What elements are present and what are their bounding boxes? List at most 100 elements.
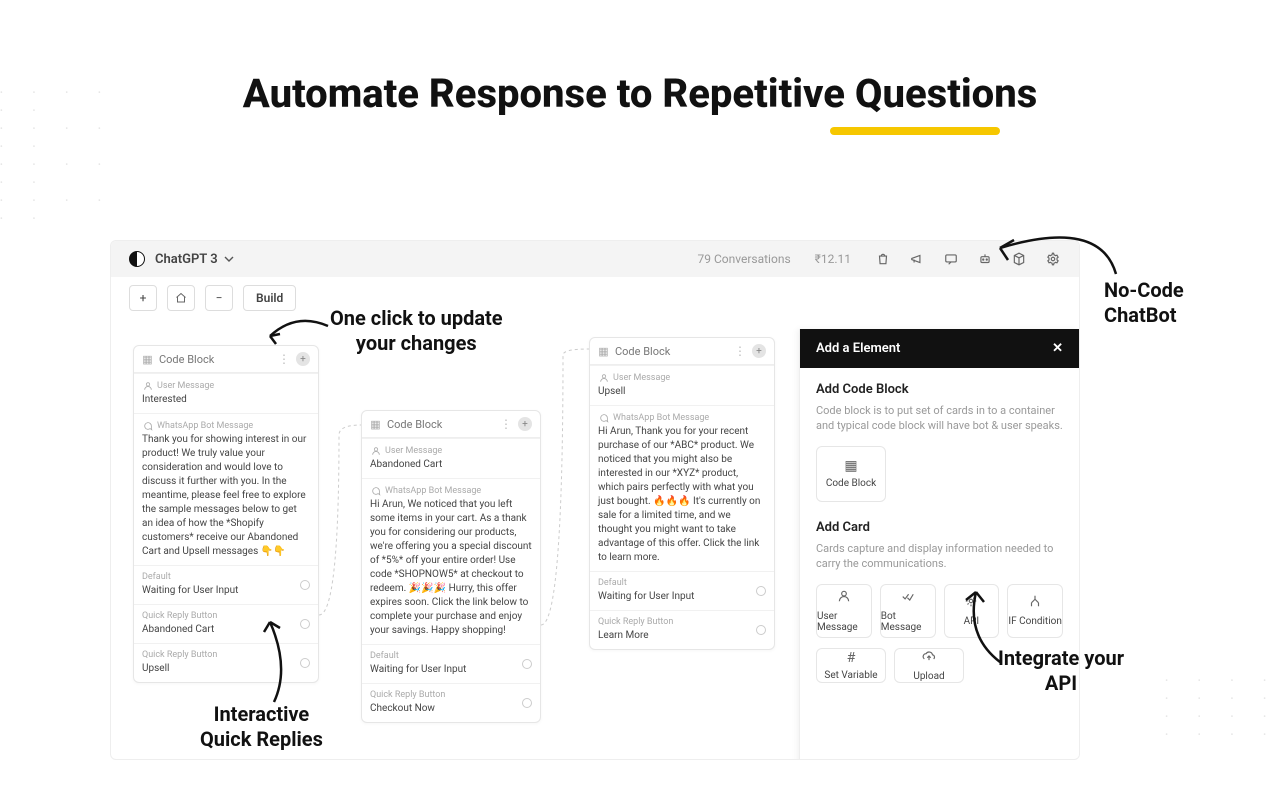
bag-icon[interactable] bbox=[875, 251, 891, 267]
user-message-text: Abandoned Cart bbox=[370, 458, 532, 472]
build-button[interactable]: Build bbox=[243, 285, 296, 311]
user-message-label: User Message bbox=[385, 446, 442, 456]
user-message-text: Upsell bbox=[598, 385, 766, 399]
app-frame: ChatGPT 3 79 Conversations ₹12.11 + − Bu… bbox=[110, 240, 1080, 760]
user-message-text: Interested bbox=[142, 393, 310, 407]
spend-amount: ₹12.11 bbox=[815, 252, 851, 266]
minus-button[interactable]: − bbox=[205, 285, 233, 311]
decor-dots-br: • • • •• • • •• • • •• • • • bbox=[1160, 672, 1280, 772]
chevron-down-icon bbox=[224, 254, 234, 264]
connector-b-c bbox=[541, 345, 591, 645]
user-icon bbox=[598, 372, 609, 383]
panel-title: Add a Element bbox=[816, 341, 900, 356]
bot-message-label: WhatsApp Bot Message bbox=[385, 486, 481, 496]
check-icon bbox=[901, 589, 915, 607]
section-add-card-title: Add Card bbox=[816, 520, 1063, 535]
add-card-icon[interactable]: + bbox=[296, 352, 310, 366]
grid-icon: ▦ bbox=[142, 354, 153, 365]
quick-reply-learn-more[interactable]: Learn More bbox=[598, 629, 766, 643]
connector-a-b bbox=[319, 405, 363, 665]
bot-message-text: Thank you for showing interest in our pr… bbox=[142, 433, 310, 559]
kebab-icon[interactable]: ⋮ bbox=[278, 352, 290, 366]
hash-icon: # bbox=[847, 650, 856, 666]
cube-icon[interactable] bbox=[1011, 251, 1027, 267]
code-block-c[interactable]: ▦Code Block⋮+ User Message Upsell WhatsA… bbox=[589, 337, 775, 650]
kebab-icon[interactable]: ⋮ bbox=[734, 344, 746, 358]
user-icon bbox=[370, 445, 381, 456]
quick-reply-label: Quick Reply Button bbox=[142, 650, 310, 660]
callout-build: One click to update your changes bbox=[330, 306, 503, 356]
model-name: ChatGPT 3 bbox=[155, 252, 218, 267]
arrow-right-icon[interactable] bbox=[300, 658, 310, 668]
user-message-label: User Message bbox=[613, 373, 670, 383]
arrow-right-icon[interactable] bbox=[756, 586, 766, 596]
section-code-block-desc: Code block is to put set of cards in to … bbox=[816, 403, 1063, 434]
callout-quick-replies: Interactive Quick Replies bbox=[200, 702, 323, 752]
card-if-condition[interactable]: IF Condition bbox=[1007, 584, 1063, 638]
card-bot-message[interactable]: Bot Message bbox=[880, 584, 936, 638]
quick-reply-checkout-now[interactable]: Checkout Now bbox=[370, 702, 532, 716]
card-label: IF Condition bbox=[1008, 616, 1061, 627]
default-text: Waiting for User Input bbox=[598, 590, 766, 604]
default-label: Default bbox=[598, 578, 766, 588]
default-text: Waiting for User Input bbox=[370, 663, 532, 677]
card-label: Upload bbox=[913, 671, 944, 682]
grid-icon: ▦ bbox=[598, 346, 609, 357]
whatsapp-icon bbox=[598, 412, 609, 423]
add-code-block-card[interactable]: ▦ Code Block bbox=[816, 446, 886, 502]
code-block-label: Code Block bbox=[826, 478, 876, 489]
quick-reply-upsell[interactable]: Upsell bbox=[142, 662, 310, 676]
default-label: Default bbox=[370, 651, 532, 661]
card-user-message[interactable]: User Message bbox=[816, 584, 872, 638]
code-block-b[interactable]: ▦Code Block⋮+ User Message Abandoned Car… bbox=[361, 410, 541, 723]
bot-message-text: Hi Arun, We noticed that you left some i… bbox=[370, 498, 532, 638]
builder-canvas[interactable]: + − Build ▦ Code Block ⋮ + User Message Int… bbox=[111, 285, 1079, 760]
card-label: Bot Message bbox=[881, 611, 935, 633]
conversations-count: 79 Conversations bbox=[698, 252, 791, 266]
arrow-right-icon[interactable] bbox=[522, 659, 532, 669]
callout-nocode: No-Code ChatBot bbox=[1104, 278, 1184, 328]
upload-icon bbox=[922, 649, 936, 667]
quick-reply-label: Quick Reply Button bbox=[370, 690, 532, 700]
model-selector[interactable]: ChatGPT 3 bbox=[155, 252, 234, 267]
add-card-icon[interactable]: + bbox=[518, 417, 532, 431]
bot-icon[interactable] bbox=[977, 251, 993, 267]
card-api[interactable]: API bbox=[944, 584, 1000, 638]
code-block-a[interactable]: ▦Code Block⋮+ User Message Interested Wh… bbox=[133, 345, 319, 683]
api-icon bbox=[964, 594, 978, 612]
megaphone-icon[interactable] bbox=[909, 251, 925, 267]
arrow-right-icon[interactable] bbox=[522, 698, 532, 708]
card-label: Set Variable bbox=[824, 670, 877, 681]
hero-title: Automate Response to Repetitive Question… bbox=[0, 70, 1280, 117]
whatsapp-icon bbox=[142, 420, 153, 431]
decor-dots-tl: • • • • • •• • • • • •• • • • • •• • • •… bbox=[0, 84, 120, 184]
section-code-block-title: Add Code Block bbox=[816, 382, 1063, 397]
topbar: ChatGPT 3 79 Conversations ₹12.11 bbox=[111, 241, 1079, 277]
bot-message-label: WhatsApp Bot Message bbox=[613, 413, 709, 423]
add-button[interactable]: + bbox=[129, 285, 157, 311]
grid-icon: ▦ bbox=[844, 458, 857, 474]
user-message-label: User Message bbox=[157, 381, 214, 391]
branch-icon bbox=[1028, 594, 1042, 612]
add-card-icon[interactable]: + bbox=[752, 344, 766, 358]
chat-icon[interactable] bbox=[943, 251, 959, 267]
default-text: Waiting for User Input bbox=[142, 584, 310, 598]
section-add-card-desc: Cards capture and display information ne… bbox=[816, 541, 1063, 572]
quick-reply-label: Quick Reply Button bbox=[598, 617, 766, 627]
arrow-right-icon[interactable] bbox=[300, 580, 310, 590]
card-upload[interactable]: Upload bbox=[894, 648, 964, 683]
quick-reply-abandoned-cart[interactable]: Abandoned Cart bbox=[142, 623, 310, 637]
home-button[interactable] bbox=[167, 285, 195, 311]
block-title: Code Block bbox=[387, 418, 442, 431]
kebab-icon[interactable]: ⋮ bbox=[500, 417, 512, 431]
settings-icon[interactable] bbox=[1045, 251, 1061, 267]
theme-toggle-icon[interactable] bbox=[129, 251, 145, 267]
arrow-right-icon[interactable] bbox=[300, 619, 310, 629]
bot-message-text: Hi Arun, Thank you for your recent purch… bbox=[598, 425, 766, 565]
user-icon bbox=[837, 589, 851, 607]
arrow-right-icon[interactable] bbox=[756, 625, 766, 635]
close-icon[interactable]: ✕ bbox=[1052, 341, 1063, 356]
card-label: User Message bbox=[817, 611, 871, 633]
bot-message-label: WhatsApp Bot Message bbox=[157, 421, 253, 431]
card-set-variable[interactable]: # Set Variable bbox=[816, 648, 886, 683]
